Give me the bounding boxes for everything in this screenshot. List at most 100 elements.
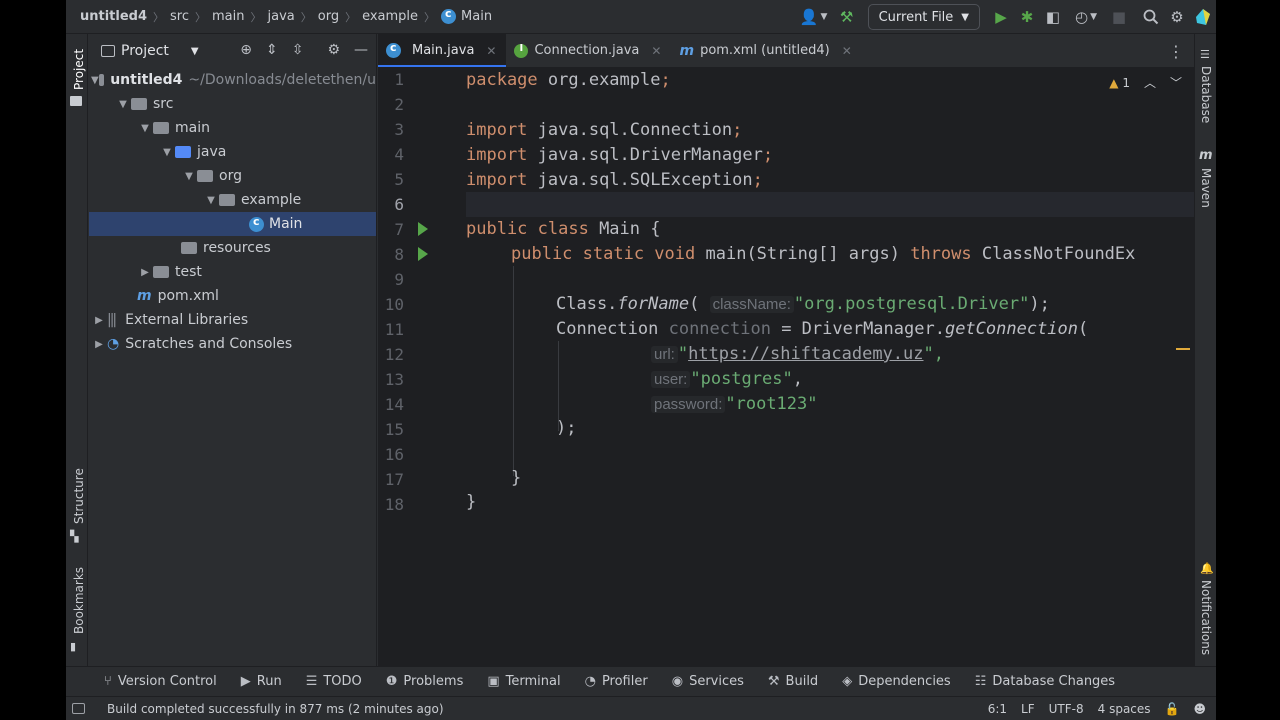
breadcrumb-item[interactable]: untitled4 [80, 9, 147, 24]
run-gutter-icon[interactable] [418, 222, 428, 236]
chevron-down-icon[interactable]: ▼ [91, 75, 99, 86]
close-icon[interactable]: ✕ [486, 44, 496, 58]
project-tree: ▼ untitled4 ~/Downloads/deletethen/u ▼ s… [89, 68, 376, 356]
coverage-icon[interactable]: ◧ [1040, 4, 1066, 30]
tree-item-untitled4[interactable]: ▼ untitled4 ~/Downloads/deletethen/u [89, 68, 376, 92]
tool-database-changes[interactable]: ☷ Database Changes [975, 674, 1115, 689]
tool-problems[interactable]: ❶ Problems [386, 674, 464, 689]
close-icon[interactable]: ✕ [842, 44, 852, 58]
hide-panel-icon[interactable]: — [354, 42, 368, 58]
chevron-down-icon[interactable]: ▼ [181, 171, 197, 182]
breadcrumb-item[interactable]: main [212, 9, 244, 24]
tree-item-resources[interactable]: resources [89, 236, 376, 260]
file-encoding[interactable]: UTF-8 [1049, 702, 1084, 716]
inspection-profile-icon[interactable]: ☻ [1193, 702, 1206, 716]
tool-dependencies[interactable]: ◈ Dependencies [842, 674, 951, 689]
tree-item-pom[interactable]: m pom.xml [89, 284, 376, 308]
run-configuration-select[interactable]: Current File ▼ [867, 4, 980, 30]
tool-build[interactable]: ⚒ Build [768, 674, 818, 689]
breadcrumb-item[interactable]: src [170, 9, 189, 24]
chevron-down-icon[interactable]: ▼ [137, 123, 153, 134]
locate-file-icon[interactable]: ⊕ [240, 42, 252, 58]
notifications-tool-button[interactable]: 🔔 Notifications [1195, 560, 1216, 660]
tab-pom-xml[interactable]: m pom.xml (untitled4) ✕ [671, 34, 861, 67]
debug-icon[interactable]: ✱ [1014, 4, 1040, 30]
chevron-right-icon[interactable]: ▶ [91, 339, 107, 350]
tool-label: Version Control [117, 674, 217, 689]
tree-item-scratches[interactable]: ▶ ◔ Scratches and Consoles [89, 332, 376, 356]
tool-services[interactable]: ◉ Services [672, 674, 744, 689]
tree-item-main-class[interactable]: Main [89, 212, 376, 236]
url-link[interactable]: https://shiftacademy.uz [688, 344, 923, 364]
caret-position[interactable]: 6:1 [988, 702, 1007, 716]
tree-item-main[interactable]: ▼ main [89, 116, 376, 140]
code-editor[interactable]: 1 2 3 4 5 6 7 8 9 10 11 12 13 14 15 16 1… [378, 68, 1194, 666]
chevron-up-icon[interactable]: ︿ [1144, 74, 1156, 91]
tree-item-path: ~/Downloads/deletethen/u [188, 72, 376, 88]
structure-icon: ▚ [70, 530, 79, 543]
lock-icon[interactable]: 🔓 [1165, 702, 1180, 716]
interface-icon [514, 43, 529, 58]
account-icon[interactable]: 👤 ▼ [794, 4, 834, 30]
structure-tool-button[interactable]: Structure ▚ [69, 464, 86, 544]
more-vertical-icon[interactable]: ⋮ [1168, 42, 1184, 61]
bookmarks-tool-button[interactable]: Bookmarks ▮ [69, 564, 86, 654]
line-separator[interactable]: LF [1021, 702, 1035, 716]
build-hammer-icon[interactable]: ⚒ [834, 4, 860, 30]
left-tool-stripe: Project Structure ▚ Bookmarks ▮ [66, 34, 88, 666]
jetbrains-logo-icon[interactable] [1190, 4, 1216, 30]
breadcrumb-item[interactable]: example [362, 9, 418, 24]
tool-label: Services [689, 674, 744, 689]
code-line: import java.sql.DriverManager; [466, 145, 774, 165]
tool-terminal[interactable]: ▣ Terminal [487, 674, 560, 689]
collapse-all-icon[interactable]: ⇳ [292, 42, 304, 58]
java-class-icon [249, 215, 264, 232]
breadcrumb-item[interactable]: java [268, 9, 295, 24]
inspection-widget[interactable]: ▲ 1 ︿ ﹀ [1109, 74, 1182, 91]
tool-todo[interactable]: ☰ TODO [306, 674, 362, 689]
tree-item-test[interactable]: ▶ test [89, 260, 376, 284]
library-icon: ||| [107, 312, 117, 328]
tab-connection-java[interactable]: Connection.java ✕ [506, 34, 671, 67]
chevron-right-icon[interactable]: ▶ [137, 267, 153, 278]
chevron-down-icon[interactable]: ▼ [203, 195, 219, 206]
tree-item-org[interactable]: ▼ org [89, 164, 376, 188]
database-tool-button[interactable]: ☰ Database [1195, 44, 1216, 134]
tool-version-control[interactable]: ⑂ Version Control [104, 674, 217, 689]
close-icon[interactable]: ✕ [651, 44, 661, 58]
indent-setting[interactable]: 4 spaces [1098, 702, 1151, 716]
run-gutter-icon[interactable] [418, 247, 428, 261]
chevron-down-icon[interactable]: ▼ [159, 147, 175, 158]
tree-item-example[interactable]: ▼ example [89, 188, 376, 212]
tool-run[interactable]: ▶ Run [241, 674, 282, 689]
tree-item-external-libraries[interactable]: ▶ ||| External Libraries [89, 308, 376, 332]
breadcrumb-item-current[interactable]: Main [441, 7, 492, 24]
toggle-tool-windows-icon[interactable] [72, 703, 85, 714]
run-icon[interactable]: ▶ [988, 4, 1014, 30]
warning-marker[interactable] [1176, 348, 1190, 350]
chevron-down-icon[interactable]: ▼ [115, 99, 131, 110]
status-message[interactable]: Build completed successfully in 877 ms (… [107, 702, 444, 716]
tab-main-java[interactable]: Main.java ✕ [378, 34, 507, 67]
breadcrumb-item[interactable]: org [318, 9, 339, 24]
tool-profiler[interactable]: ◔ Profiler [585, 674, 648, 689]
code-area[interactable]: package org.example; import java.sql.Con… [465, 68, 1194, 666]
expand-all-icon[interactable]: ⇕ [266, 42, 278, 58]
chevron-down-icon[interactable]: ﹀ [1170, 74, 1182, 91]
warning-icon: ▲ [1109, 75, 1119, 90]
chevron-right-icon: 〉 [195, 10, 207, 24]
profile-icon[interactable]: ◴ ▼ [1066, 4, 1106, 30]
tree-item-src[interactable]: ▼ src [89, 92, 376, 116]
settings-icon[interactable]: ⚙ [327, 42, 340, 58]
project-tool-button[interactable]: Project [69, 44, 86, 106]
project-panel-title: Project [121, 43, 169, 59]
search-icon[interactable] [1138, 4, 1164, 30]
code-line: package org.example; [466, 70, 671, 90]
chevron-right-icon[interactable]: ▶ [91, 315, 107, 326]
settings-icon[interactable]: ⚙ [1164, 4, 1190, 30]
maven-tool-button[interactable]: m Maven [1195, 146, 1216, 216]
tree-item-java[interactable]: ▼ java [89, 140, 376, 164]
stop-icon[interactable]: ■ [1106, 4, 1132, 30]
project-view-selector[interactable]: Project ▼ [101, 43, 199, 59]
module-folder-icon [98, 74, 105, 86]
